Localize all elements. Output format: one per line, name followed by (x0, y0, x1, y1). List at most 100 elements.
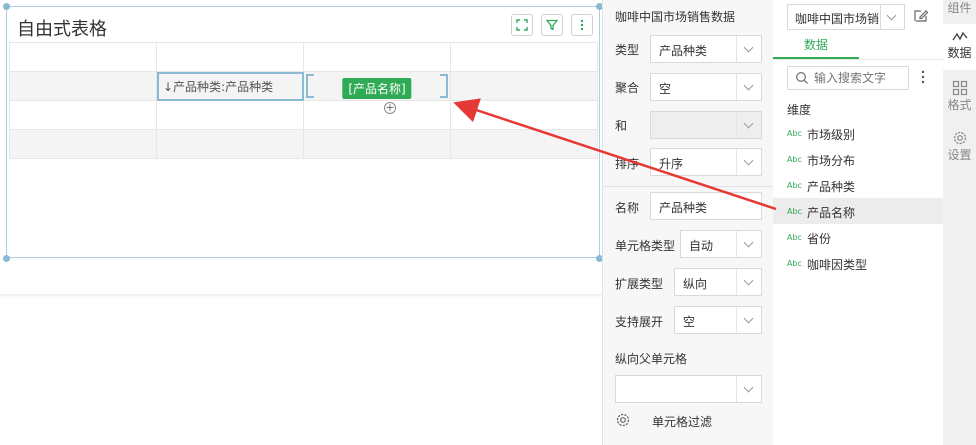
dragged-field-chip[interactable]: [产品名称] (342, 78, 412, 99)
drop-bracket-right (440, 74, 448, 98)
name-input[interactable]: 产品种类 (650, 192, 762, 220)
table-cell[interactable] (450, 100, 598, 130)
drop-bracket-left (306, 74, 314, 98)
field-item[interactable]: Abc 市场分布 (773, 146, 943, 172)
field-name: 市场分布 (807, 154, 856, 168)
chevron-down-icon (736, 36, 761, 62)
cell-filter-button[interactable]: 单元格过滤 (615, 412, 765, 432)
name-value: 产品种类 (659, 201, 708, 215)
chevron-down-icon (736, 231, 761, 257)
field-name: 产品种类 (807, 180, 856, 194)
free-table-grid: ↓产品种类:产品种类 [产品名称] (9, 42, 598, 159)
gear-icon (616, 413, 630, 427)
name-label: 名称 (615, 201, 640, 215)
dimension-section-label: 维度 (787, 103, 812, 117)
text-type-icon: Abc (787, 259, 802, 268)
widget-title: 自由式表格 (17, 19, 107, 40)
support-expand-label: 支持展开 (615, 315, 664, 329)
field-item[interactable]: Abc 产品种类 (773, 172, 943, 198)
parent-cell-select[interactable] (615, 375, 762, 403)
filter-button[interactable] (541, 14, 563, 36)
sort-select[interactable]: 升序 (650, 148, 762, 176)
tab-divider (773, 59, 943, 60)
field-item[interactable]: Abc 市场级别 (773, 120, 943, 146)
edit-icon[interactable] (913, 8, 929, 24)
drop-target-cell[interactable]: [产品名称] (303, 71, 451, 101)
data-panel: 咖啡中国市场销 数据 维度 Abc 市场级别 Abc 市场分布 Abc 产品种类 Abc 产品… (773, 0, 943, 445)
text-type-icon: Abc (787, 155, 802, 164)
table-cell[interactable] (303, 42, 451, 72)
aggregate-value: 空 (659, 82, 672, 96)
cell-type-label: 单元格类型 (615, 239, 676, 253)
chevron-down-icon (736, 376, 761, 402)
tab-data-side-label: 数据 (947, 46, 972, 60)
more-button[interactable] (571, 14, 593, 36)
free-table-widget[interactable]: 自由式表格 ↓产品种类:产品种类 [产品名称] (6, 6, 600, 258)
parent-cell-label: 纵向父单元格 (615, 352, 688, 366)
dataset-select-value: 咖啡中国市场销 (795, 12, 880, 26)
divider (603, 186, 774, 187)
text-type-icon: Abc (787, 181, 802, 190)
fullscreen-button[interactable] (511, 14, 533, 36)
dataset-title: 咖啡中国市场销售数据 (615, 10, 736, 24)
table-cell[interactable] (156, 100, 304, 130)
table-cell[interactable] (156, 42, 304, 72)
resize-handle[interactable] (3, 255, 10, 262)
sort-label: 排序 (615, 157, 640, 171)
report-canvas: 自由式表格 ↓产品种类:产品种类 [产品名称] + (0, 0, 603, 445)
table-cell[interactable] (9, 42, 157, 72)
expand-type-value: 纵向 (683, 277, 708, 291)
text-type-icon: Abc (787, 207, 802, 216)
table-cell[interactable] (9, 129, 157, 159)
type-value: 产品种类 (659, 44, 708, 58)
table-cell[interactable] (450, 42, 598, 72)
dataset-dropdown-toggle[interactable] (881, 4, 905, 30)
chevron-down-icon (736, 269, 761, 295)
table-cell[interactable] (156, 129, 304, 159)
field-item[interactable]: Abc 产品名称 (773, 198, 943, 224)
text-type-icon: Abc (787, 233, 802, 242)
table-cell[interactable] (303, 100, 451, 130)
table-cell[interactable] (450, 71, 598, 101)
tab-data-side[interactable]: 数据 (943, 24, 976, 70)
cell-binding-text: ↓产品种类:产品种类 (163, 79, 274, 94)
sum-select (650, 111, 762, 139)
tab-settings[interactable]: 设置 (943, 126, 976, 172)
field-name: 省份 (807, 232, 832, 246)
format-grid-icon (952, 80, 967, 96)
expand-type-select[interactable]: 纵向 (674, 268, 762, 296)
more-vertical-icon[interactable] (920, 70, 926, 84)
tab-format[interactable]: 格式 (943, 76, 976, 122)
search-box[interactable] (787, 66, 909, 90)
tab-component[interactable]: 组件 (943, 0, 976, 20)
data-chart-icon (951, 31, 968, 41)
support-expand-value: 空 (683, 315, 696, 329)
cell-filter-label: 单元格过滤 (652, 415, 713, 429)
table-cell[interactable] (450, 129, 598, 159)
add-cell-icon[interactable]: + (384, 102, 396, 114)
chevron-down-icon (736, 112, 761, 138)
table-cell[interactable] (9, 71, 157, 101)
table-cell[interactable] (9, 100, 157, 130)
expand-icon (516, 19, 528, 31)
cell-properties-panel: 咖啡中国市场销售数据 类型 产品种类 聚合 空 和 排序 升序 名称 产品种类 … (602, 0, 774, 445)
expand-type-label: 扩展类型 (615, 277, 664, 291)
support-expand-select[interactable]: 空 (674, 306, 762, 334)
field-item[interactable]: Abc 省份 (773, 224, 943, 250)
search-icon (796, 72, 808, 84)
aggregate-select[interactable]: 空 (650, 73, 762, 101)
search-input[interactable] (814, 69, 904, 87)
field-item[interactable]: Abc 咖啡因类型 (773, 250, 943, 276)
dataset-select[interactable]: 咖啡中国市场销 (787, 4, 881, 30)
field-name: 市场级别 (807, 128, 856, 142)
more-vertical-icon (580, 19, 584, 31)
table-cell[interactable] (303, 129, 451, 159)
sort-value: 升序 (659, 157, 684, 171)
selected-cell[interactable]: ↓产品种类:产品种类 (156, 71, 304, 101)
chevron-down-icon (886, 10, 897, 21)
chevron-down-icon (736, 307, 761, 333)
type-select[interactable]: 产品种类 (650, 35, 762, 63)
field-name: 产品名称 (807, 206, 856, 220)
cell-type-select[interactable]: 自动 (680, 230, 762, 258)
resize-handle[interactable] (3, 3, 10, 10)
